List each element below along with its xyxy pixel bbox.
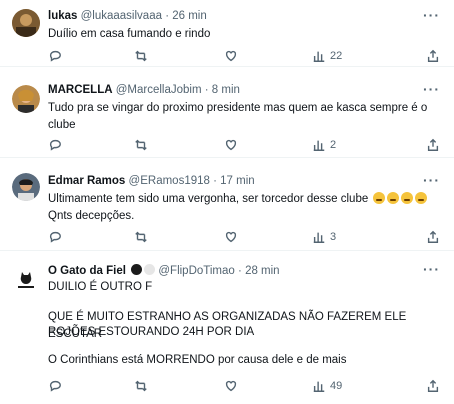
tweet[interactable]: O Gato da Fiel @FlipDoTimao · 28 min ···… — [0, 252, 454, 404]
tired-face-emoji-icon — [373, 192, 386, 204]
timestamp[interactable]: 8 min — [212, 84, 240, 96]
user-handle[interactable]: @FlipDoTimao — [158, 265, 234, 277]
share-icon — [427, 379, 439, 392]
more-options-icon[interactable]: ··· — [423, 7, 440, 23]
timestamp[interactable]: 28 min — [245, 265, 280, 277]
tweet-text-line: DUILIO É OUTRO F — [48, 281, 153, 293]
user-handle[interactable]: @lukaaasilvaaa — [81, 10, 162, 22]
like-button[interactable] — [224, 378, 238, 394]
analytics-icon — [313, 232, 325, 243]
tweet-actions: 22 — [48, 48, 440, 64]
avatar[interactable] — [12, 264, 40, 292]
timestamp[interactable]: 17 min — [220, 175, 255, 187]
display-name[interactable]: lukas — [48, 10, 77, 22]
analytics-icon — [313, 140, 325, 151]
retweet-icon — [135, 50, 147, 62]
white-circle-icon — [144, 264, 156, 275]
tweet-text-line: Ultimamente tem sido uma vergonha, ser t… — [48, 193, 369, 205]
tweet[interactable]: lukas @lukaaasilvaaa · 26 min ··· Duílio… — [0, 0, 454, 67]
avatar[interactable] — [12, 173, 40, 201]
share-icon — [427, 230, 439, 243]
reply-button[interactable] — [48, 48, 62, 64]
tweet-actions: 3 — [48, 229, 440, 245]
tweet-actions: 49 — [48, 378, 440, 394]
reply-button[interactable] — [48, 378, 62, 394]
reply-icon — [49, 231, 61, 243]
reply-icon — [49, 139, 61, 151]
retweet-button[interactable] — [134, 48, 148, 64]
tweet-text: Ultimamente tem sido uma vergonha, ser t… — [48, 191, 440, 225]
views-count: 3 — [330, 231, 337, 243]
display-name[interactable]: MARCELLA — [48, 84, 113, 96]
views-button[interactable]: 22 — [312, 48, 342, 64]
retweet-button[interactable] — [134, 378, 148, 394]
like-button[interactable] — [224, 48, 238, 64]
retweet-button[interactable] — [134, 137, 148, 153]
reply-icon — [49, 50, 61, 62]
black-circle-icon — [131, 264, 143, 275]
retweet-icon — [135, 380, 147, 392]
tweet-header: Edmar Ramos @ERamos1918 · 17 min — [48, 175, 420, 187]
retweet-icon — [135, 139, 147, 151]
share-icon — [427, 138, 439, 151]
tweet-text: Duílio em casa fumando e rindo — [48, 28, 211, 40]
views-count: 2 — [330, 139, 337, 151]
like-button[interactable] — [224, 137, 238, 153]
timestamp[interactable]: 26 min — [172, 10, 207, 22]
separator: · — [238, 265, 242, 277]
tweet-feed: lukas @lukaaasilvaaa · 26 min ··· Duílio… — [0, 0, 454, 404]
heart-icon — [225, 139, 237, 151]
share-icon — [427, 49, 439, 62]
heart-icon — [225, 231, 237, 243]
tweet-header: O Gato da Fiel @FlipDoTimao · 28 min — [48, 264, 420, 277]
views-button[interactable]: 49 — [312, 378, 342, 394]
views-button[interactable]: 2 — [312, 137, 336, 153]
analytics-icon — [313, 381, 325, 392]
more-options-icon[interactable]: ··· — [423, 81, 440, 97]
tweet[interactable]: MARCELLA @MarcellaJobim · 8 min ··· Tudo… — [0, 68, 454, 158]
share-button[interactable] — [426, 48, 440, 64]
like-button[interactable] — [224, 229, 238, 245]
share-button[interactable] — [426, 137, 440, 153]
tweet-text-line: ROJÕES ESTOURANDO 24H POR DIA — [48, 326, 255, 338]
views-count: 49 — [330, 380, 343, 392]
tweet-text: Tudo pra se vingar do proximo presidente… — [48, 102, 428, 131]
tired-face-emoji-icon — [387, 192, 400, 204]
tweet-text-line: Qnts decepções. — [48, 210, 135, 222]
separator: · — [213, 175, 217, 187]
display-name[interactable]: O Gato da Fiel — [48, 265, 126, 277]
more-options-icon[interactable]: ··· — [423, 261, 440, 277]
heart-icon — [225, 50, 237, 62]
separator: · — [204, 84, 209, 96]
share-button[interactable] — [426, 229, 440, 245]
tweet-text-line: O Corinthians está MORRENDO por causa de… — [48, 354, 347, 366]
views-count: 22 — [330, 50, 343, 62]
tweet-header: lukas @lukaaasilvaaa · 26 min — [48, 10, 420, 22]
tired-face-emoji-icon — [415, 192, 428, 204]
reply-button[interactable] — [48, 229, 62, 245]
user-handle[interactable]: @ERamos1918 — [129, 175, 210, 187]
reply-button[interactable] — [48, 137, 62, 153]
user-handle[interactable]: @MarcellaJobim — [116, 84, 202, 96]
reply-icon — [49, 380, 61, 392]
tired-face-emoji-icon — [401, 192, 414, 204]
heart-icon — [225, 380, 237, 392]
display-name[interactable]: Edmar Ramos — [48, 175, 125, 187]
retweet-button[interactable] — [134, 229, 148, 245]
separator: · — [165, 10, 170, 22]
avatar[interactable] — [12, 9, 40, 37]
more-options-icon[interactable]: ··· — [423, 172, 440, 188]
tweet[interactable]: Edmar Ramos @ERamos1918 · 17 min ··· Ult… — [0, 159, 454, 251]
retweet-icon — [135, 231, 147, 243]
views-button[interactable]: 3 — [312, 229, 336, 245]
tweet-header: MARCELLA @MarcellaJobim · 8 min — [48, 84, 420, 96]
tweet-actions: 2 — [48, 137, 440, 153]
avatar[interactable] — [12, 85, 40, 113]
analytics-icon — [313, 51, 325, 62]
share-button[interactable] — [426, 378, 440, 394]
